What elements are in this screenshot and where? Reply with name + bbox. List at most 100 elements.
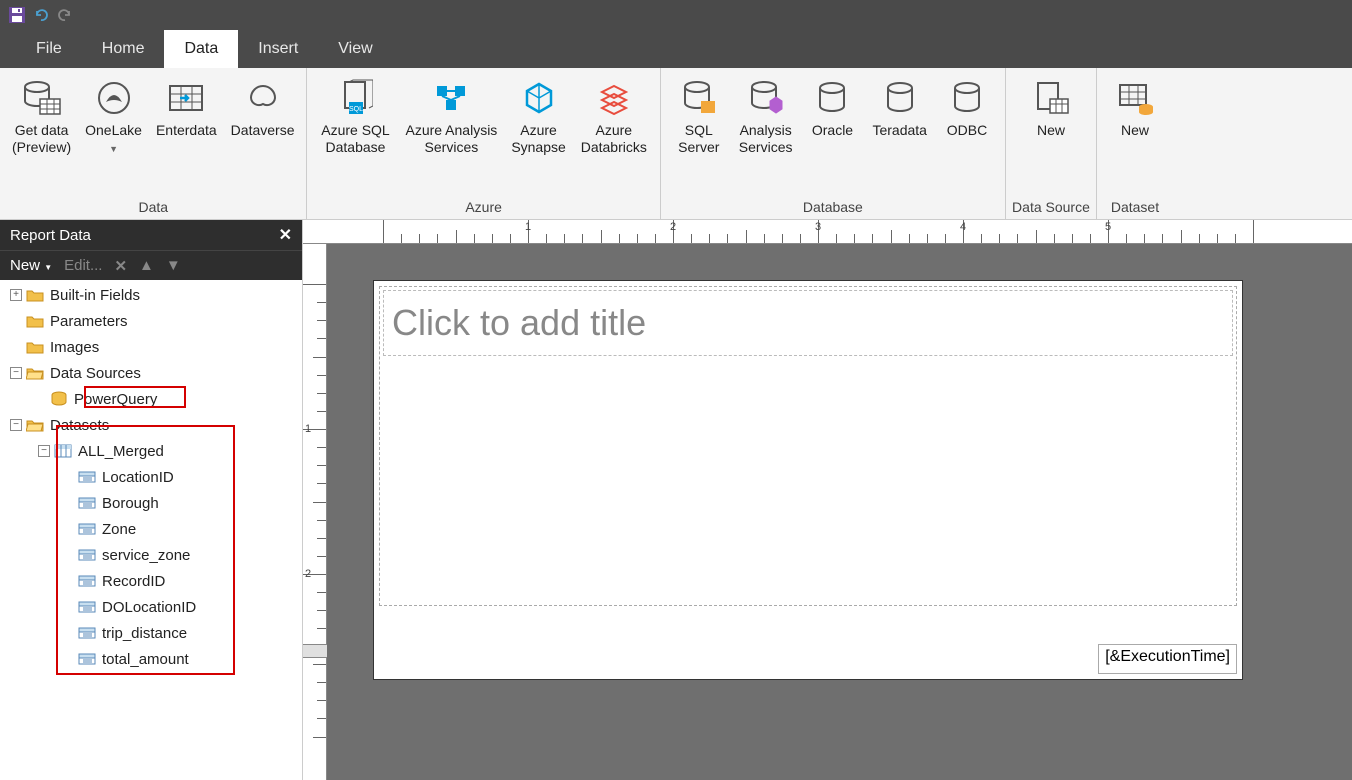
main-area: Report Data ✕ New ▼ Edit... ✕ ▲ ▼ + Buil…: [0, 220, 1352, 780]
title-placeholder[interactable]: Click to add title: [383, 290, 1233, 356]
analysis-services-icon: [748, 79, 784, 117]
tab-file[interactable]: File: [16, 30, 82, 68]
chevron-down-icon: ▼: [44, 263, 52, 272]
new-dataset-icon: [1116, 79, 1154, 117]
tree-item-parameters[interactable]: Parameters: [0, 308, 302, 334]
azure-analysis-button[interactable]: Azure AnalysisServices: [399, 72, 503, 160]
tree-field-locationid[interactable]: LocationID: [0, 464, 302, 490]
tree-item-datasources[interactable]: − Data Sources: [0, 360, 302, 386]
tree-field-recordid[interactable]: RecordID: [0, 568, 302, 594]
save-icon[interactable]: [8, 6, 26, 24]
canvas-area: 12345 12 Click to add title [&ExecutionT…: [303, 220, 1352, 780]
arrow-down-icon: ▼: [166, 257, 181, 274]
tree-field-trip_distance[interactable]: trip_distance: [0, 620, 302, 646]
folder-open-icon: [26, 418, 44, 432]
folder-open-icon: [26, 366, 44, 380]
collapse-icon[interactable]: −: [38, 445, 50, 457]
field-icon: [78, 522, 96, 536]
field-icon: [78, 600, 96, 614]
azure-synapse-button[interactable]: AzureSynapse: [505, 72, 571, 160]
teradata-button[interactable]: Teradata: [866, 72, 932, 143]
tab-insert[interactable]: Insert: [238, 30, 318, 68]
new-dropdown[interactable]: New ▼: [10, 257, 52, 274]
analysis-services-button[interactable]: AnalysisServices: [733, 72, 799, 160]
ribbon-group-datasource: New Data Source: [1006, 68, 1097, 219]
svg-text:SQL: SQL: [349, 106, 363, 113]
field-icon: [78, 652, 96, 666]
delete-icon: ✕: [114, 257, 127, 275]
field-icon: [78, 626, 96, 640]
dataverse-icon: [245, 80, 281, 116]
dataverse-button[interactable]: Dataverse: [225, 72, 301, 143]
ribbon-group-label: Database: [667, 197, 999, 217]
execution-time-field[interactable]: [&ExecutionTime]: [1098, 644, 1237, 674]
table-icon: [54, 444, 72, 458]
field-icon: [78, 548, 96, 562]
azure-databricks-button[interactable]: AzureDatabricks: [574, 72, 654, 160]
ribbon-group-dataset: New Dataset: [1097, 68, 1173, 219]
folder-icon: [26, 314, 44, 328]
close-icon[interactable]: ✕: [279, 225, 292, 245]
field-icon: [78, 470, 96, 484]
azure-sql-button[interactable]: SQL Azure SQLDatabase: [313, 72, 397, 160]
tab-data[interactable]: Data: [164, 30, 238, 68]
arrow-up-icon: ▲: [139, 257, 154, 274]
tab-home[interactable]: Home: [82, 30, 165, 68]
redo-icon[interactable]: [56, 6, 74, 24]
odbc-button[interactable]: ODBC: [935, 72, 999, 143]
tree-item-builtin[interactable]: + Built-in Fields: [0, 282, 302, 308]
tree: + Built-in Fields Parameters Images − Da…: [0, 280, 302, 780]
enterdata-button[interactable]: Enterdata: [150, 72, 223, 143]
collapse-icon[interactable]: −: [10, 419, 22, 431]
table-arrow-icon: [166, 80, 206, 116]
collapse-icon[interactable]: −: [10, 367, 22, 379]
tree-field-borough[interactable]: Borough: [0, 490, 302, 516]
undo-icon[interactable]: [32, 6, 50, 24]
azure-synapse-icon: [521, 80, 557, 116]
new-datasource-button[interactable]: New: [1012, 72, 1090, 143]
database-icon: [816, 80, 848, 116]
onelake-button[interactable]: OneLake▼: [79, 72, 148, 160]
datasource-icon: [50, 391, 68, 407]
folder-icon: [26, 288, 44, 302]
field-icon: [78, 496, 96, 510]
expand-icon[interactable]: +: [10, 289, 22, 301]
folder-icon: [26, 340, 44, 354]
report-data-panel: Report Data ✕ New ▼ Edit... ✕ ▲ ▼ + Buil…: [0, 220, 303, 780]
title-bar: [0, 0, 1352, 30]
vertical-ruler[interactable]: 12: [303, 244, 327, 780]
database-icon: [951, 80, 983, 116]
ribbon-group-label: Dataset: [1103, 197, 1167, 217]
chevron-down-icon: ▼: [109, 144, 118, 154]
report-page[interactable]: Click to add title [&ExecutionTime]: [373, 280, 1243, 680]
horizontal-ruler[interactable]: 12345: [303, 220, 1352, 244]
panel-title: Report Data: [10, 227, 91, 244]
report-body[interactable]: Click to add title: [379, 286, 1237, 606]
get-data-button[interactable]: Get data(Preview): [6, 72, 77, 160]
tree-field-zone[interactable]: Zone: [0, 516, 302, 542]
tree-item-datasets[interactable]: − Datasets: [0, 412, 302, 438]
tree-field-total_amount[interactable]: total_amount: [0, 646, 302, 672]
tree-item-images[interactable]: Images: [0, 334, 302, 360]
tree-item-powerquery[interactable]: PowerQuery: [0, 386, 302, 412]
azure-sql-icon: SQL: [337, 78, 373, 118]
new-dataset-button[interactable]: New: [1103, 72, 1167, 143]
report-footer[interactable]: [&ExecutionTime]: [379, 642, 1237, 674]
database-icon: [884, 80, 916, 116]
tree-field-service_zone[interactable]: service_zone: [0, 542, 302, 568]
ribbon-group-data: Get data(Preview) OneLake▼ Enterdata Dat…: [0, 68, 307, 219]
oracle-button[interactable]: Oracle: [800, 72, 864, 143]
sql-server-button[interactable]: SQLServer: [667, 72, 731, 160]
tree-field-dolocationid[interactable]: DOLocationID: [0, 594, 302, 620]
ribbon-group-label: Azure: [313, 197, 653, 217]
edit-button: Edit...: [64, 257, 102, 274]
new-datasource-icon: [1032, 79, 1070, 117]
onelake-icon: [96, 80, 132, 116]
ribbon-group-label: Data: [6, 197, 300, 217]
tab-view[interactable]: View: [318, 30, 392, 68]
panel-toolbar: New ▼ Edit... ✕ ▲ ▼: [0, 250, 302, 280]
sql-server-icon: [681, 79, 717, 117]
panel-header: Report Data ✕: [0, 220, 302, 250]
tree-item-allmerged[interactable]: − ALL_Merged: [0, 438, 302, 464]
field-icon: [78, 574, 96, 588]
